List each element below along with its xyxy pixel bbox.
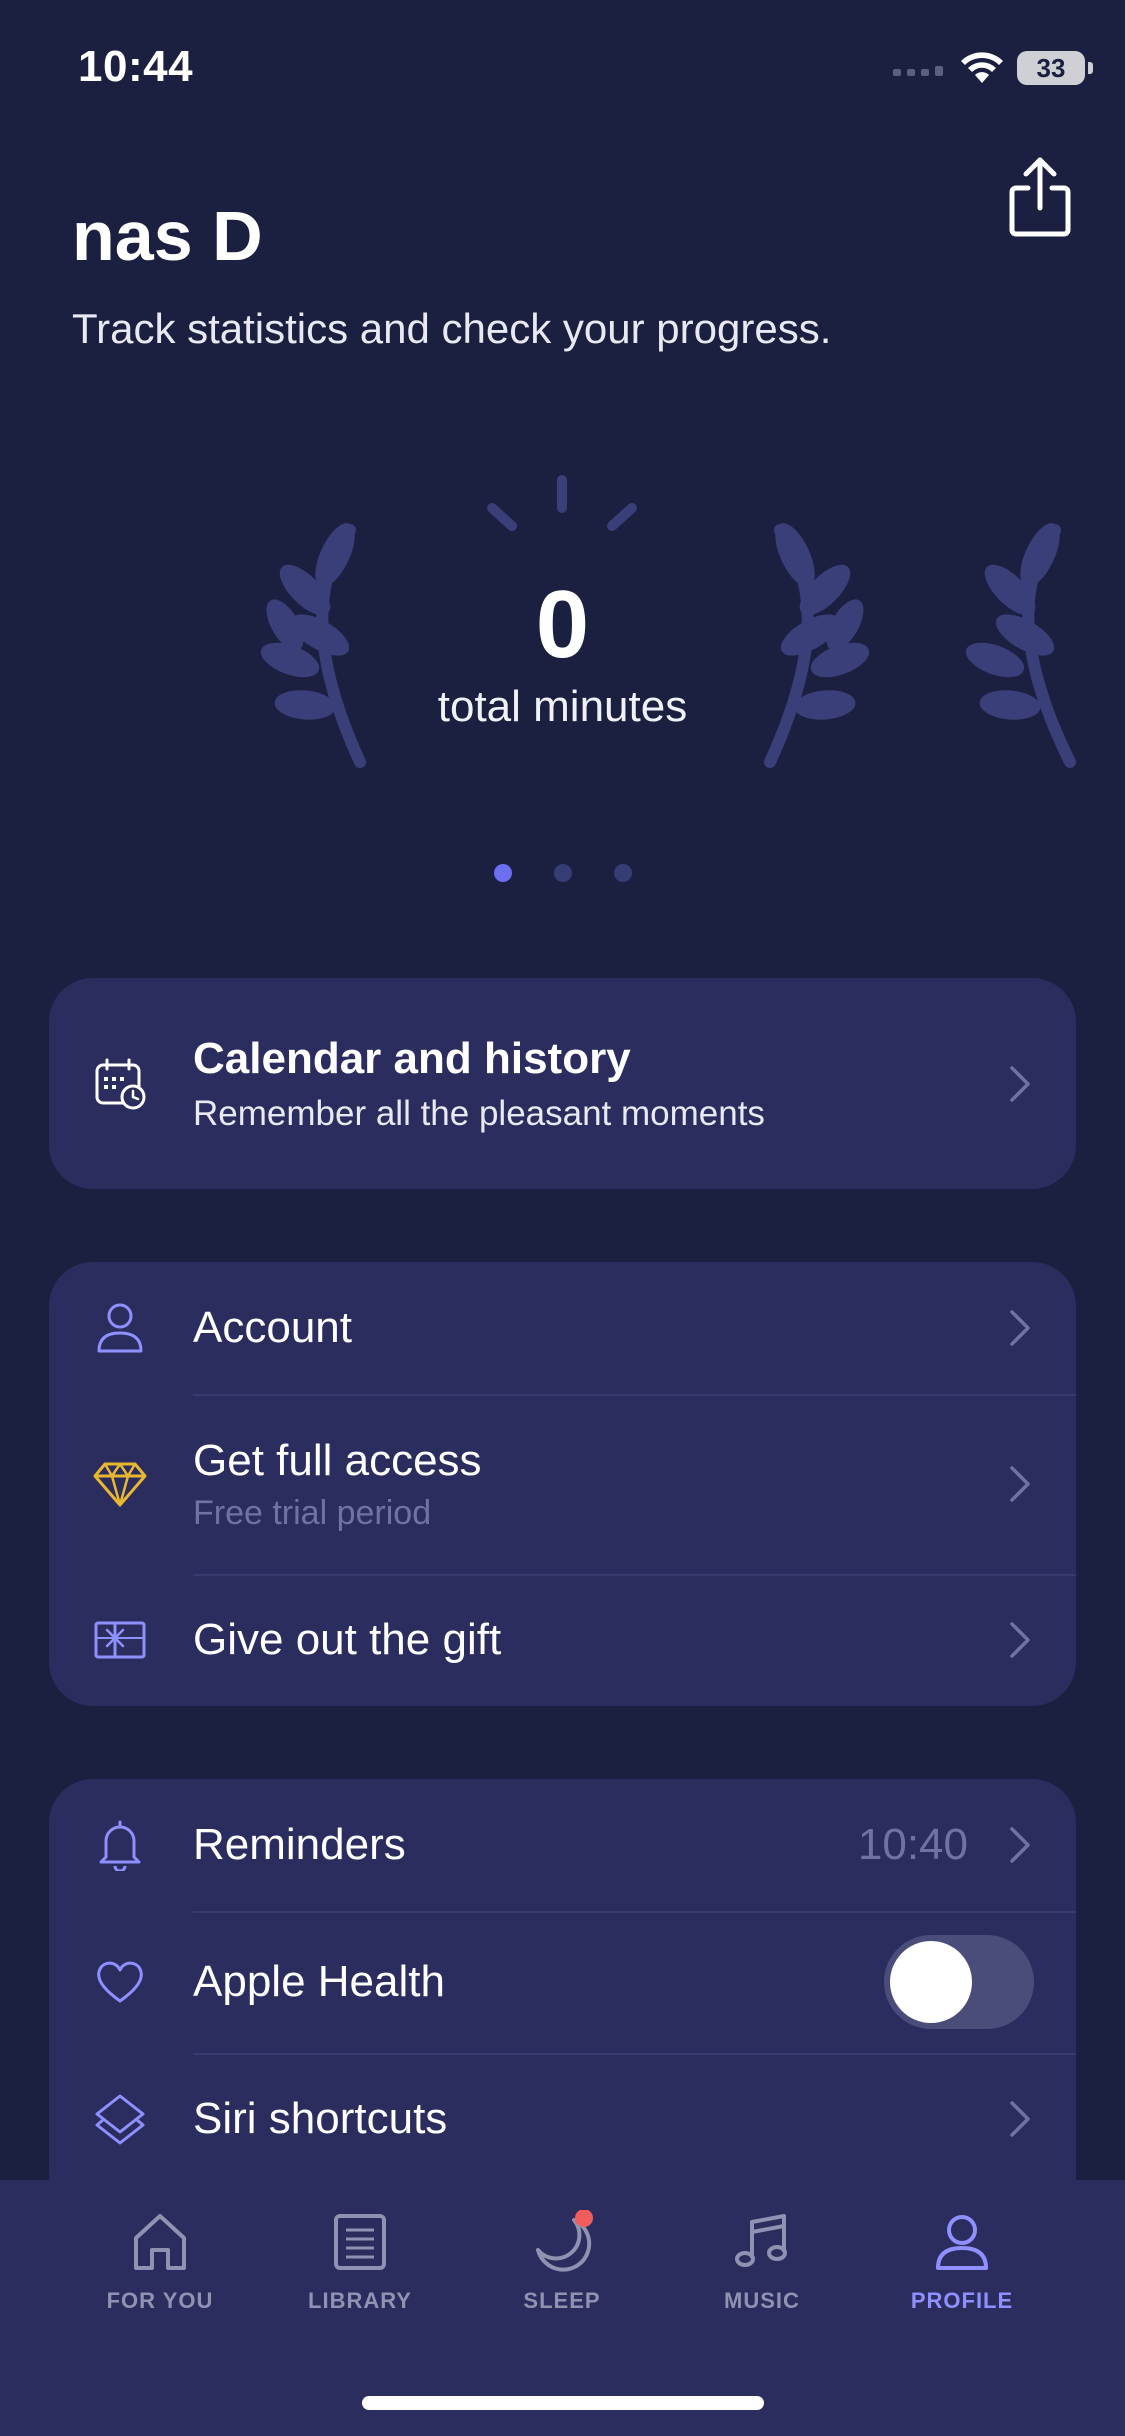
calendar-history-card[interactable]: Calendar and history Remember all the pl…: [49, 978, 1076, 1189]
music-icon: [735, 2214, 787, 2267]
reminders-text: Reminders: [193, 1820, 406, 1870]
layers-icon: [93, 2092, 147, 2146]
moon-icon: [536, 2210, 593, 2272]
home-indicator[interactable]: [362, 2396, 764, 2410]
diamond-icon: [93, 1457, 147, 1511]
give-gift-text: Give out the gift: [193, 1615, 501, 1665]
siri-shortcuts-label: Siri shortcuts: [193, 2094, 448, 2143]
full-access-row[interactable]: Get full access Free trial period: [49, 1394, 1076, 1574]
page-dot-3[interactable]: [613, 864, 632, 882]
settings-card: Reminders 10:40 Apple Health Siri shortc…: [49, 1779, 1076, 2219]
wifi-icon: [961, 52, 1003, 83]
full-access-label: Get full access: [193, 1435, 482, 1485]
tab-label-library: LIBRARY: [308, 2288, 412, 2313]
chevron-right-icon: [1010, 1065, 1030, 1102]
tab-music[interactable]: MUSIC: [662, 2210, 862, 2314]
tab-for-you[interactable]: FOR YOU: [60, 2210, 260, 2314]
calendar-history-text: Calendar and history Remember all the pl…: [193, 1034, 765, 1134]
calendar-history-row[interactable]: Calendar and history Remember all the pl…: [49, 978, 1076, 1189]
account-label: Account: [193, 1303, 352, 1352]
status-time: 10:44: [78, 42, 194, 91]
tab-label-for-you: FOR YOU: [106, 2288, 214, 2313]
reminders-time: 10:40: [857, 1820, 968, 1869]
chevron-right-icon: [1010, 1827, 1030, 1863]
apple-health-text: Apple Health: [193, 1957, 445, 2007]
account-row[interactable]: Account: [49, 1262, 1076, 1394]
chevron-right-icon: [1010, 1310, 1030, 1346]
chevron-right-icon: [1010, 2101, 1030, 2137]
tab-sleep[interactable]: SLEEP: [462, 2210, 662, 2314]
profile-subtitle: Track statistics and check your progress…: [72, 305, 832, 352]
share-icon[interactable]: [1004, 156, 1076, 238]
full-access-text: Get full access Free trial period: [193, 1436, 482, 1533]
gift-icon: [93, 1613, 147, 1667]
toggle-knob: [890, 1941, 972, 2023]
calendar-history-title: Calendar and history: [193, 1033, 631, 1083]
tab-label-music: MUSIC: [724, 2288, 800, 2313]
account-text: Account: [193, 1303, 352, 1353]
calendar-icon: [93, 1057, 147, 1111]
status-indicators: 33: [893, 48, 1093, 88]
tab-label-profile: PROFILE: [910, 2288, 1014, 2313]
chevron-right-icon: [1010, 1466, 1030, 1502]
status-bar: 10:44 33: [0, 0, 1125, 140]
person-icon: [93, 1301, 147, 1355]
bell-icon: [93, 1818, 147, 1872]
total-minutes-value: 0: [535, 571, 590, 678]
tab-profile[interactable]: PROFILE: [862, 2210, 1062, 2314]
tab-library[interactable]: LIBRARY: [260, 2210, 460, 2314]
battery-indicator: 33: [1017, 51, 1093, 85]
page-dot-2[interactable]: [553, 864, 572, 882]
give-gift-label: Give out the gift: [193, 1615, 502, 1664]
home-icon: [134, 2214, 186, 2270]
apple-health-row: Apple Health: [49, 1911, 1076, 2053]
profile-icon: [936, 2215, 988, 2270]
reminders-row[interactable]: Reminders 10:40: [49, 1779, 1076, 1911]
siri-shortcuts-text: Siri shortcuts: [193, 2094, 447, 2144]
calendar-history-subtitle: Remember all the pleasant moments: [193, 1093, 765, 1133]
chevron-right-icon: [1010, 1622, 1030, 1658]
account-card: Account Get full access Free trial perio…: [49, 1262, 1076, 1706]
full-access-sublabel: Free trial period: [193, 1493, 432, 1532]
apple-health-toggle[interactable]: [884, 1935, 1034, 2029]
stats-carousel[interactable]: 0 total minutes: [0, 460, 1125, 780]
book-icon: [334, 2214, 386, 2270]
reminders-label: Reminders: [193, 1820, 406, 1869]
tab-label-sleep: SLEEP: [523, 2288, 601, 2313]
apple-health-label: Apple Health: [193, 1957, 445, 2006]
siri-shortcuts-row[interactable]: Siri shortcuts: [49, 2053, 1076, 2185]
page-dot-1[interactable]: [493, 864, 512, 882]
give-gift-row[interactable]: Give out the gift: [49, 1574, 1076, 1706]
signal-icon: [893, 66, 943, 76]
total-minutes-label: total minutes: [437, 682, 688, 731]
page-indicator[interactable]: [0, 864, 1125, 882]
profile-name: nas D: [72, 197, 263, 275]
heart-icon: [93, 1955, 147, 2009]
